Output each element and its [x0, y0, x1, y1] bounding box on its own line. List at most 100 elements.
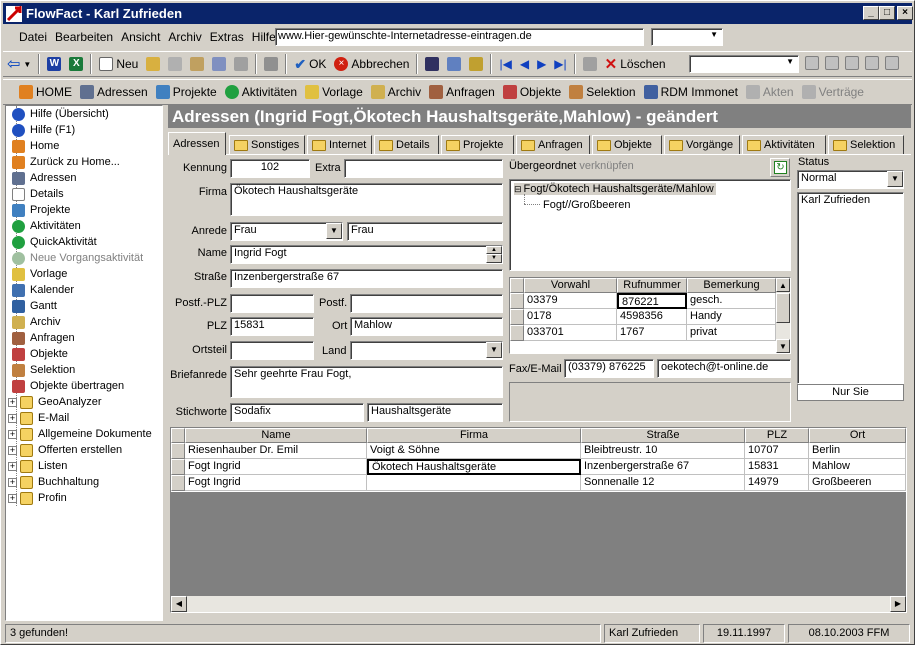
- postfplz-field[interactable]: [230, 294, 314, 313]
- result-cell[interactable]: 15831: [745, 459, 809, 475]
- tool-icon-5[interactable]: [230, 53, 252, 75]
- tree-folder-dokumente[interactable]: + Allgemeine Dokumente: [8, 426, 152, 442]
- binoculars-icon[interactable]: [421, 53, 443, 75]
- column-header[interactable]: Name: [185, 428, 367, 443]
- tree-item-hilfe-uebersicht[interactable]: Hilfe (Übersicht): [12, 106, 109, 122]
- extra-field[interactable]: [344, 159, 503, 178]
- tree-item-objekte-uebertragen[interactable]: Objekte übertragen: [12, 378, 124, 394]
- row-selector[interactable]: [171, 459, 185, 475]
- result-cell[interactable]: Großbeeren: [809, 475, 906, 491]
- chevron-down-icon[interactable]: ▼: [326, 223, 342, 239]
- window-icon-3[interactable]: [845, 56, 859, 70]
- tab-internet[interactable]: Internet: [307, 135, 372, 154]
- new-button[interactable]: Neu: [95, 53, 142, 75]
- expand-plus-icon[interactable]: +: [8, 477, 17, 487]
- land-select[interactable]: ▼: [350, 341, 503, 360]
- row-selector[interactable]: [510, 325, 524, 341]
- scroll-thumb[interactable]: [776, 293, 790, 323]
- tool-icon-2[interactable]: [164, 53, 186, 75]
- plz-field[interactable]: 15831: [230, 317, 314, 336]
- result-cell[interactable]: [367, 475, 581, 491]
- scroll-left-icon[interactable]: ◀: [171, 596, 187, 612]
- tab-projekte[interactable]: Projekte: [441, 135, 514, 154]
- tree-item-zurueck-home[interactable]: Zurück zu Home...: [12, 154, 120, 170]
- phone-cell[interactable]: 03379: [524, 293, 617, 309]
- tree-folder-profin[interactable]: + Profin: [8, 490, 67, 506]
- tree-item-adressen[interactable]: Adressen: [12, 170, 76, 186]
- chevron-down-icon[interactable]: ▼: [887, 171, 903, 187]
- result-cell[interactable]: Mahlow: [809, 459, 906, 475]
- strasse-field[interactable]: Inzenbergerstraße 67: [230, 269, 503, 288]
- scroll-right-icon[interactable]: ▶: [890, 596, 906, 612]
- row-selector[interactable]: [171, 443, 185, 459]
- window-icon-5[interactable]: [885, 56, 899, 70]
- column-header[interactable]: Ort: [809, 428, 906, 443]
- module-rdm-immonet[interactable]: RDM Immonet: [640, 81, 742, 103]
- tab-sonstiges[interactable]: Sonstiges: [229, 135, 305, 154]
- tree-item-vorlage[interactable]: Vorlage: [12, 266, 67, 282]
- results-hscrollbar[interactable]: ◀ ▶: [171, 596, 906, 612]
- collapse-minus-icon[interactable]: ⊟: [514, 184, 522, 195]
- result-cell[interactable]: Riesenhauber Dr. Emil: [185, 443, 367, 459]
- menu-datei[interactable]: Datei: [15, 30, 51, 44]
- search-list-icon[interactable]: [443, 53, 465, 75]
- phone-cell[interactable]: 1767: [617, 325, 687, 341]
- tree-item-home[interactable]: Home: [12, 138, 59, 154]
- tree-item-kalender[interactable]: Kalender: [12, 282, 74, 298]
- anrede-text-field[interactable]: Frau: [347, 222, 503, 241]
- grid-icon[interactable]: [579, 53, 601, 75]
- module-home[interactable]: HOME: [15, 81, 76, 103]
- phone-cell[interactable]: 033701: [524, 325, 617, 341]
- phone-cell[interactable]: 876221: [617, 293, 687, 309]
- tool-icon-4[interactable]: [208, 53, 230, 75]
- expand-plus-icon[interactable]: +: [8, 461, 17, 471]
- result-cell[interactable]: Ökotech Haushaltsgeräte: [367, 459, 581, 475]
- tree-folder-listen[interactable]: + Listen: [8, 458, 67, 474]
- phone-cell[interactable]: privat: [687, 325, 776, 341]
- result-cell[interactable]: Berlin: [809, 443, 906, 459]
- fax-field[interactable]: (03379) 876225: [564, 359, 654, 378]
- row-selector[interactable]: [510, 309, 524, 325]
- column-header[interactable]: Straße: [581, 428, 745, 443]
- tree-folder-buchhaltung[interactable]: + Buchhaltung: [8, 474, 99, 490]
- anrede-select[interactable]: Frau ▼: [230, 222, 343, 241]
- tree-folder-offerten[interactable]: + Offerten erstellen: [8, 442, 122, 458]
- tab-objekte[interactable]: Objekte: [592, 135, 662, 154]
- refresh-button[interactable]: ↻: [770, 158, 790, 177]
- window-icon-4[interactable]: [865, 56, 879, 70]
- tab-adressen[interactable]: Adressen: [168, 132, 226, 155]
- status-user-item[interactable]: Karl Zufrieden: [801, 194, 900, 206]
- tree-item-projekte[interactable]: Projekte: [12, 202, 70, 218]
- module-projekte[interactable]: Projekte: [152, 81, 221, 103]
- spin-up-icon[interactable]: ▲: [486, 246, 502, 254]
- kennung-field[interactable]: 102: [230, 159, 310, 178]
- window-icon-2[interactable]: [825, 56, 839, 70]
- module-anfragen[interactable]: Anfragen: [425, 81, 499, 103]
- menu-ansicht[interactable]: Ansicht: [117, 30, 164, 44]
- toolbar-combo[interactable]: ▼: [689, 55, 799, 73]
- tree-item-hilfe-f1[interactable]: Hilfe (F1): [12, 122, 75, 138]
- column-header[interactable]: PLZ: [745, 428, 809, 443]
- tool-icon-3[interactable]: [186, 53, 208, 75]
- first-record-icon[interactable]: |◀: [495, 53, 515, 75]
- result-cell[interactable]: Voigt & Söhne: [367, 443, 581, 459]
- result-cell[interactable]: Fogt Ingrid: [185, 475, 367, 491]
- tool-icon-1[interactable]: [142, 53, 164, 75]
- column-header[interactable]: Vorwahl: [524, 278, 617, 293]
- result-cell[interactable]: 10707: [745, 443, 809, 459]
- row-selector[interactable]: [510, 293, 524, 309]
- tree-item-quickaktivitaet[interactable]: QuickAktivität: [12, 234, 97, 250]
- link-button[interactable]: verknüpfen: [579, 160, 633, 172]
- url-input[interactable]: www.Hier-gewünschte-Internetadresse-eint…: [275, 28, 644, 46]
- ok-button[interactable]: ✔ OK: [290, 53, 330, 75]
- next-record-icon[interactable]: ▶: [533, 53, 550, 75]
- ortsteil-field[interactable]: [230, 341, 314, 360]
- expand-plus-icon[interactable]: +: [8, 493, 17, 503]
- tab-aktivitaeten[interactable]: Aktivitäten: [742, 135, 826, 154]
- phone-cell[interactable]: Handy: [687, 309, 776, 325]
- phone-cell[interactable]: gesch.: [687, 293, 776, 309]
- result-cell[interactable]: Inzenbergerstraße 67: [581, 459, 745, 475]
- tree-item-aktivitaeten[interactable]: Aktivitäten: [12, 218, 81, 234]
- expand-plus-icon[interactable]: +: [8, 445, 17, 455]
- phone-cell[interactable]: 4598356: [617, 309, 687, 325]
